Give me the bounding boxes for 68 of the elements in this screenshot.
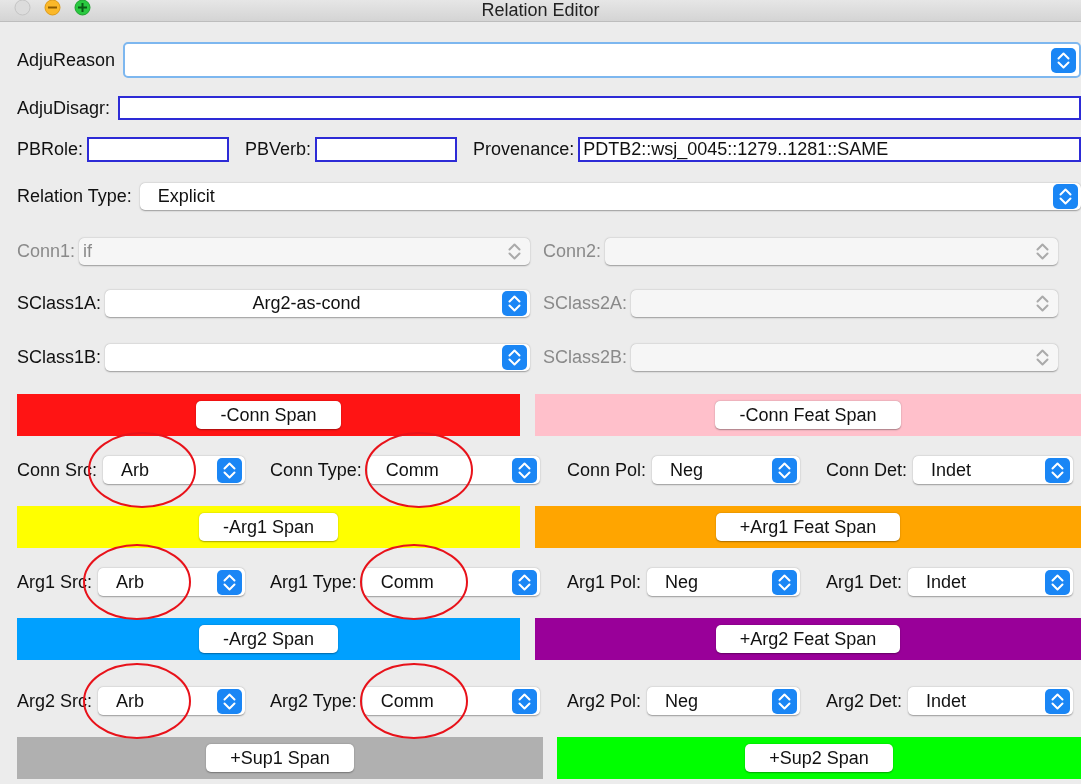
up-down-arrows-icon — [1045, 688, 1070, 714]
span-button[interactable]: -Conn Span — [196, 401, 341, 429]
up-down-arrows-icon — [772, 688, 797, 714]
field-label: Relation Type: — [17, 186, 132, 207]
dropdown[interactable]: Comm — [362, 568, 540, 596]
dropdown[interactable]: Explicit — [139, 183, 1081, 210]
up-down-arrows-icon — [772, 569, 797, 595]
span-button[interactable]: -Arg1 Span — [198, 513, 339, 541]
dropdown[interactable]: Arg2-as-cond — [105, 290, 530, 317]
field-label: Conn1: — [17, 241, 76, 262]
dropdown[interactable]: Arb — [103, 456, 245, 484]
dropdown[interactable]: Neg — [647, 687, 800, 715]
up-down-arrows-icon — [502, 345, 527, 370]
dropdown[interactable]: Comm — [367, 456, 540, 484]
span-button[interactable]: +Arg1 Feat Span — [715, 513, 901, 541]
dropdown[interactable]: Indet — [913, 456, 1073, 484]
dropdown[interactable]: Neg — [652, 456, 800, 484]
input-field[interactable]: PDTB2::wsj_0045::1279..1281::SAME — [578, 137, 1081, 162]
span-button[interactable]: +Sup1 Span — [206, 744, 354, 772]
dropdown[interactable]: Arb — [98, 687, 245, 715]
up-down-arrows-icon — [217, 457, 242, 483]
field-label: Conn2: — [543, 241, 602, 262]
dropdown[interactable] — [105, 344, 530, 371]
up-down-arrows-icon — [502, 291, 527, 316]
field-label: Arg2 Pol: — [567, 690, 642, 712]
field-label: Arg1 Pol: — [567, 571, 642, 593]
span-button[interactable]: +Arg2 Feat Span — [715, 625, 901, 653]
field-label: SClass1B: — [17, 347, 102, 368]
dropdown[interactable] — [123, 42, 1081, 78]
field-label: Conn Type: — [270, 459, 362, 481]
field-label: AdjuDisagr: — [17, 97, 111, 119]
minimize-icon[interactable] — [44, 0, 61, 16]
up-down-arrows-icon — [512, 688, 537, 714]
zoom-icon[interactable] — [74, 0, 91, 16]
field-label: SClass1A: — [17, 293, 102, 314]
field-label: Arg2 Det: — [826, 690, 903, 712]
dropdown[interactable]: Arb — [98, 568, 245, 596]
field-label: PBRole: — [17, 139, 84, 160]
input-field[interactable] — [315, 137, 458, 162]
span-button[interactable]: -Conn Feat Span — [715, 401, 901, 429]
window-title: Relation Editor — [481, 0, 600, 20]
dropdown[interactable]: Neg — [647, 568, 800, 596]
up-down-arrows-icon — [1045, 457, 1070, 483]
up-down-arrows-icon — [1045, 569, 1070, 595]
input-field[interactable] — [87, 137, 230, 162]
up-down-arrows-icon — [1053, 184, 1078, 209]
dropdown[interactable]: Indet — [908, 568, 1073, 596]
field-label: AdjuReason — [17, 49, 116, 71]
field-label: Arg2 Type: — [270, 690, 357, 712]
up-down-arrows-icon — [512, 457, 537, 483]
up-down-arrows-icon — [772, 457, 797, 483]
up-down-arrows-icon — [512, 569, 537, 595]
field-label: Provenance: — [473, 139, 575, 160]
up-down-arrows-icon — [217, 688, 242, 714]
field-label: PBVerb: — [245, 139, 312, 160]
field-label: SClass2A: — [543, 293, 628, 314]
field-label: Conn Det: — [826, 459, 908, 481]
field-label: Arg1 Type: — [270, 571, 357, 593]
up-down-arrows-icon — [1051, 47, 1076, 73]
dropdown[interactable]: Comm — [362, 687, 540, 715]
up-down-arrows-icon — [217, 569, 242, 595]
field-label: SClass2B: — [543, 347, 628, 368]
field-label: Arg1 Det: — [826, 571, 903, 593]
input-field[interactable] — [118, 96, 1081, 120]
field-label: Conn Pol: — [567, 459, 647, 481]
dropdown[interactable]: Indet — [908, 687, 1073, 715]
span-button[interactable]: -Arg2 Span — [198, 625, 339, 653]
span-button[interactable]: +Sup2 Span — [745, 744, 893, 772]
